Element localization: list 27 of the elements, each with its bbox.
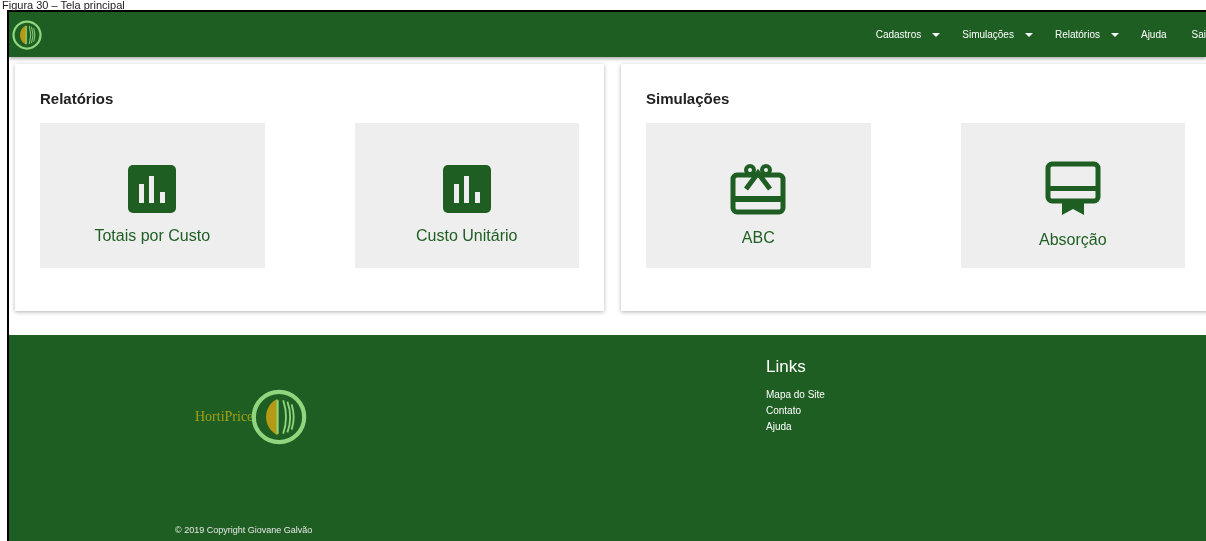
gift-card-icon <box>730 162 787 215</box>
nav-menu-item[interactable]: Sai <box>1177 29 1206 40</box>
logo-icon <box>12 19 42 50</box>
links-heading: Links <box>766 357 806 377</box>
menu-tile[interactable]: Absorção <box>960 123 1185 268</box>
footer-link[interactable]: Mapa do Site <box>766 387 825 403</box>
nav-menu-item[interactable]: Ajuda <box>1129 29 1178 40</box>
nav-menu-item[interactable]: Cadastros <box>864 29 952 40</box>
footer-link[interactable]: Ajuda <box>766 419 792 435</box>
menu-tile[interactable]: Custo Unitário <box>354 123 579 268</box>
certificate-icon <box>1044 160 1101 217</box>
footer-link[interactable]: Contato <box>766 403 802 419</box>
section-title: Simulações <box>646 90 731 107</box>
bar-chart-icon <box>128 164 177 213</box>
nav-menu-item[interactable]: Simulações <box>951 29 1044 40</box>
copyright-text: © 2019 Copyright Giovane Galvão <box>175 525 314 535</box>
logo-icon <box>251 389 308 445</box>
bar-chart-icon <box>442 164 491 213</box>
menu-tile[interactable]: Totais por Custo <box>40 123 265 268</box>
brand-name: HortiPrice <box>195 409 254 425</box>
caret-icon <box>1110 32 1119 37</box>
caret-icon <box>932 32 941 37</box>
section-title: Relatórios <box>40 90 115 107</box>
menu-tile[interactable]: ABC <box>646 123 871 268</box>
caret-icon <box>1024 32 1033 37</box>
figure-caption: Figura 30 – Tela principal <box>1 0 126 10</box>
nav-menu-item[interactable]: Relatórios <box>1043 29 1130 40</box>
